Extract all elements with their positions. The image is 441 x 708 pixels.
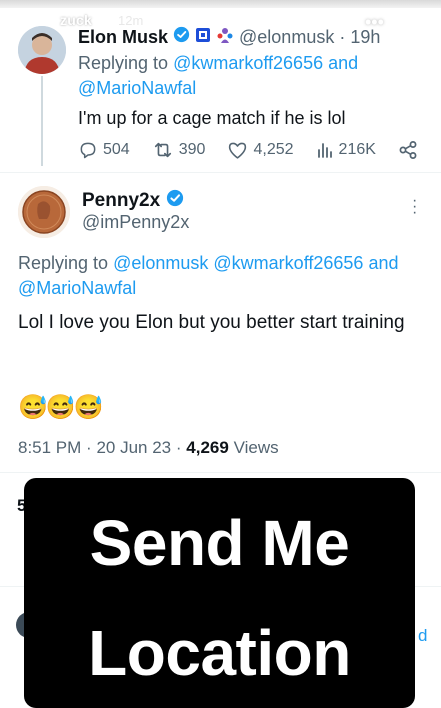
replying-prefix: Replying to [78,53,169,73]
replying-and: and [328,53,359,73]
share-icon [398,140,418,160]
group-icon [216,27,234,48]
replying-to: Replying to @kwmarkoff26656 and @MarioNa… [78,51,430,101]
heart-icon [227,140,248,160]
overlay-text-line: Location [88,617,351,689]
views-button[interactable]: 216K [316,141,376,159]
mention-link[interactable]: @kwmarkoff26656 [173,53,323,73]
share-button[interactable] [398,140,418,160]
overlay-text-line: Send Me [89,507,350,579]
like-count: 4,252 [253,141,294,158]
story-progress-bar [0,0,441,8]
replying-and: and [368,253,399,273]
author-handle[interactable]: @imPenny2x [82,212,189,233]
more-options-icon[interactable]: · · · [412,193,417,221]
analytics-icon [316,141,334,159]
tweet-text: Lol I love you Elon but you better start… [18,312,405,333]
tweet-date: 20 Jun 23 [96,438,172,457]
avatar[interactable] [18,26,66,74]
thread-connector [41,76,43,166]
verified-icon [166,189,184,212]
tweet-time: 8:51 PM [18,438,82,457]
retweet-count: 390 [178,141,206,158]
separator: · [339,26,346,47]
retweet-button[interactable]: 390 [152,140,206,160]
mention-link[interactable]: @MarioNawfal [18,278,136,298]
reply-icon [78,140,98,160]
separator: · [86,438,92,457]
author-name[interactable]: Penny2x [82,190,160,212]
reply-button[interactable]: 504 [78,140,130,160]
replying-prefix: Replying to [18,253,109,273]
partial-text: d [418,626,428,645]
separator: · [175,438,182,457]
author-handle[interactable]: @elonmusk [239,27,334,48]
tweet-header: Elon Musk @elonmusk · 19h [78,26,380,48]
reply-count: 504 [103,141,130,158]
view-count: 216K [338,141,376,158]
avatar[interactable] [18,186,70,238]
tweet-meta: 8:51 PM · 20 Jun 23 · 4,269 Views [18,438,279,458]
views-label: Views [233,438,279,457]
verified-icon [173,26,190,48]
divider [0,472,441,473]
close-icon[interactable] [402,10,430,38]
tweet-age: 19h [350,26,381,47]
mention-link[interactable]: @kwmarkoff26656 [213,253,363,273]
replying-to: Replying to @elonmusk @kwmarkoff26656 an… [18,251,428,301]
mention-link[interactable]: @elonmusk [113,253,208,273]
author-name[interactable]: Elon Musk [78,27,168,48]
tweet-actions: 504 390 4,252 216K [78,140,418,160]
mention-link[interactable]: @MarioNawfal [78,78,196,98]
divider [0,172,441,173]
affiliation-badge-icon [195,27,211,48]
tweet-emojis: 😅😅😅 [18,394,104,421]
retweet-icon [152,140,174,160]
views-count: 4,269 [186,438,229,457]
tweet-header: Penny2x [82,189,184,212]
tweet-text: I'm up for a cage match if he is lol [78,108,346,128]
like-button[interactable]: 4,252 [227,140,294,160]
